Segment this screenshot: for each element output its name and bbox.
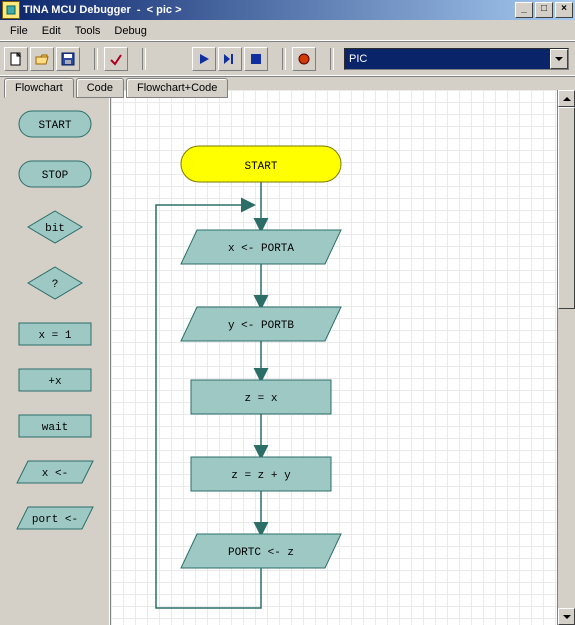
chevron-down-icon[interactable]: [550, 49, 568, 69]
target-combo-value: PIC: [349, 53, 550, 65]
svg-text:x <-: x <-: [42, 468, 68, 480]
palette-assign-process[interactable]: x = 1: [18, 322, 92, 346]
svg-text:port <-: port <-: [32, 514, 78, 526]
flowchart-diagram: START x <- PORTA y <- PORTB: [111, 90, 558, 625]
palette-io-output[interactable]: port <-: [16, 506, 94, 530]
node-label: x <- PORTA: [228, 243, 294, 255]
menu-bar: File Edit Tools Debug: [0, 20, 575, 42]
palette-wait-process[interactable]: wait: [18, 414, 92, 438]
node-read-porta[interactable]: x <- PORTA: [181, 230, 341, 264]
flowchart-canvas[interactable]: START x <- PORTA y <- PORTB: [111, 90, 558, 625]
target-combobox[interactable]: PIC: [344, 48, 569, 70]
stop-icon: [250, 53, 262, 65]
file-new-icon: [9, 52, 23, 66]
canvas-viewport: START x <- PORTA y <- PORTB: [111, 90, 575, 625]
tab-flowchart[interactable]: Flowchart: [4, 78, 74, 98]
palette-decision[interactable]: ?: [27, 266, 83, 300]
node-label: PORTC <- z: [228, 547, 294, 559]
svg-text:START: START: [38, 120, 71, 132]
svg-text:?: ?: [52, 279, 59, 291]
scroll-thumb[interactable]: [558, 107, 575, 309]
folder-open-icon: [35, 52, 49, 66]
tab-code[interactable]: Code: [76, 78, 124, 98]
shape-palette: START STOP bit ? x = 1 +x: [0, 90, 111, 625]
save-button[interactable]: [56, 47, 80, 71]
menu-file[interactable]: File: [4, 24, 34, 38]
minimize-button[interactable]: _: [515, 2, 533, 18]
step-icon: [223, 53, 237, 65]
toolbar: PIC: [0, 42, 575, 77]
node-write-portc[interactable]: PORTC <- z: [181, 534, 341, 568]
node-label: z = x: [244, 393, 277, 405]
toolbar-separator: [142, 48, 146, 70]
app-window: TINA MCU Debugger - < pic > _ □ × File E…: [0, 0, 575, 625]
step-button[interactable]: [218, 47, 242, 71]
breakpoint-button[interactable]: [292, 47, 316, 71]
window-title: TINA MCU Debugger - < pic >: [23, 4, 515, 16]
svg-text:+x: +x: [48, 376, 62, 388]
close-button[interactable]: ×: [555, 2, 573, 18]
svg-text:wait: wait: [42, 422, 68, 434]
new-button[interactable]: [4, 47, 28, 71]
palette-io-input[interactable]: x <-: [16, 460, 94, 484]
node-start-label: START: [244, 161, 277, 173]
vertical-scrollbar[interactable]: [557, 90, 575, 625]
tab-flowchart-code[interactable]: Flowchart+Code: [126, 78, 228, 98]
check-icon: [109, 52, 123, 66]
palette-start-terminator[interactable]: START: [18, 110, 92, 138]
svg-text:bit: bit: [45, 223, 65, 235]
maximize-button[interactable]: □: [535, 2, 553, 18]
app-icon: [2, 1, 20, 19]
palette-stop-terminator[interactable]: STOP: [18, 160, 92, 188]
compile-button[interactable]: [104, 47, 128, 71]
run-button[interactable]: [192, 47, 216, 71]
node-label: y <- PORTB: [228, 320, 294, 332]
work-area: START STOP bit ? x = 1 +x: [0, 90, 575, 625]
toolbar-separator: [282, 48, 286, 70]
node-assign-z-x[interactable]: z = x: [191, 380, 331, 414]
open-button[interactable]: [30, 47, 54, 71]
menu-debug[interactable]: Debug: [108, 24, 152, 38]
floppy-icon: [61, 52, 75, 66]
svg-text:x = 1: x = 1: [38, 330, 71, 342]
toolbar-separator: [330, 48, 334, 70]
scroll-down-button[interactable]: [558, 608, 575, 625]
breakpoint-icon: [298, 53, 310, 65]
menu-edit[interactable]: Edit: [36, 24, 67, 38]
play-icon: [198, 53, 210, 65]
node-start[interactable]: START: [181, 146, 341, 182]
node-label: z = z + y: [231, 470, 291, 482]
scroll-up-button[interactable]: [558, 90, 575, 107]
node-read-portb[interactable]: y <- PORTB: [181, 307, 341, 341]
toolbar-separator: [94, 48, 98, 70]
palette-increment-process[interactable]: +x: [18, 368, 92, 392]
svg-text:STOP: STOP: [42, 170, 69, 182]
menu-tools[interactable]: Tools: [69, 24, 107, 38]
window-controls: _ □ ×: [515, 2, 573, 18]
stop-button[interactable]: [244, 47, 268, 71]
node-assign-z-zy[interactable]: z = z + y: [191, 457, 331, 491]
title-bar: TINA MCU Debugger - < pic > _ □ ×: [0, 0, 575, 20]
palette-bit-decision[interactable]: bit: [27, 210, 83, 244]
